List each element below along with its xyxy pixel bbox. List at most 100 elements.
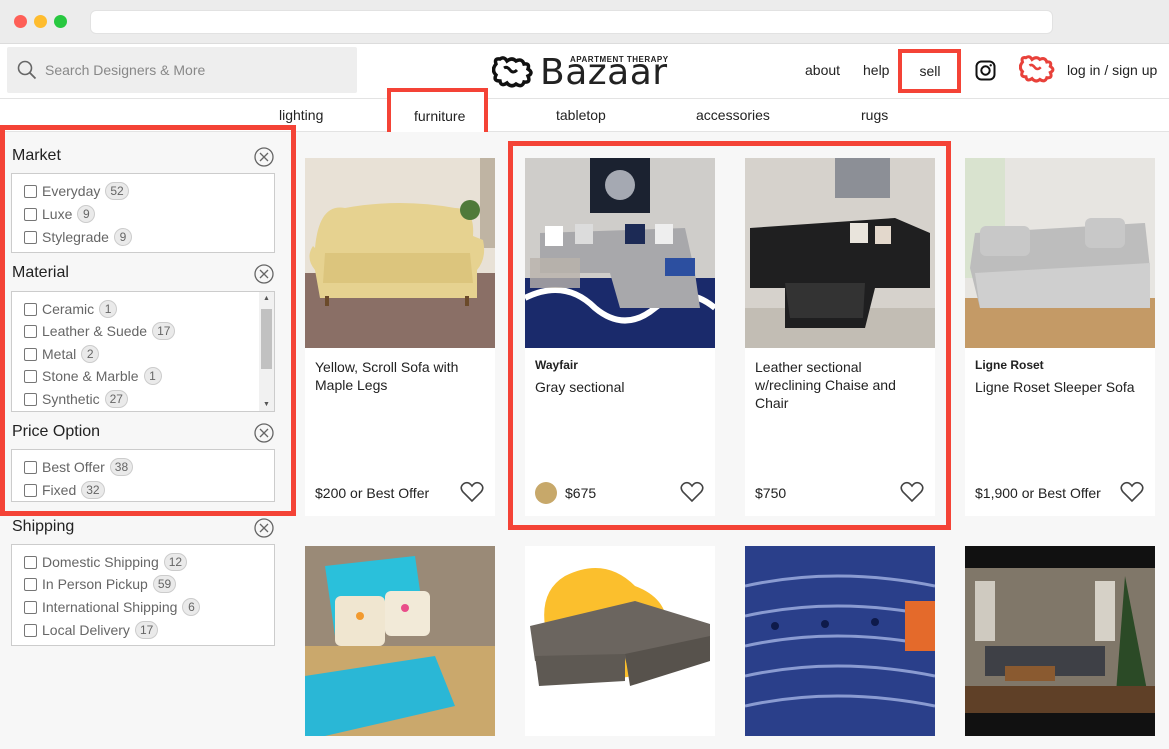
product-image[interactable] bbox=[745, 158, 935, 348]
filter-title-price-option: Price Option bbox=[12, 423, 101, 440]
clear-filter-icon[interactable] bbox=[254, 264, 274, 284]
product-price: $750 bbox=[755, 485, 787, 501]
product-price: $1,900 or Best Offer bbox=[975, 485, 1101, 501]
clear-filter-icon[interactable] bbox=[254, 147, 274, 167]
clear-filter-icon[interactable] bbox=[254, 518, 274, 538]
filter-option-label: In Person Pickup bbox=[42, 576, 148, 592]
product-image[interactable] bbox=[965, 158, 1155, 348]
site-header: APARTMENT THERAPY Bazaar about help sell… bbox=[0, 44, 1169, 99]
about-link[interactable]: about bbox=[805, 62, 840, 78]
filter-option[interactable]: Local Delivery 17 bbox=[24, 621, 159, 639]
filter-option[interactable]: International Shipping 6 bbox=[24, 598, 201, 616]
filter-option[interactable]: Fixed 32 bbox=[24, 481, 105, 499]
checkbox[interactable] bbox=[24, 600, 37, 614]
checkbox[interactable] bbox=[24, 347, 37, 361]
checkbox[interactable] bbox=[24, 207, 37, 221]
product-price: $200 or Best Offer bbox=[315, 485, 430, 501]
favorite-heart-icon[interactable] bbox=[900, 481, 924, 503]
checkbox[interactable] bbox=[24, 555, 37, 569]
filter-option[interactable]: Stone & Marble 1 bbox=[24, 367, 162, 385]
filter-count-badge: 38 bbox=[109, 458, 134, 476]
product-image[interactable] bbox=[305, 158, 495, 348]
filter-option[interactable]: Stylegrade 9 bbox=[24, 228, 132, 246]
product-card[interactable]: Ligne Roset Ligne Roset Sleeper Sofa $1,… bbox=[965, 158, 1155, 516]
product-image[interactable] bbox=[745, 546, 935, 736]
filter-option-label: Synthetic bbox=[42, 391, 100, 407]
maximize-window-button[interactable] bbox=[54, 15, 67, 28]
filter-count-badge: 12 bbox=[163, 553, 188, 571]
favorite-heart-icon[interactable] bbox=[680, 481, 704, 503]
minimize-window-button[interactable] bbox=[34, 15, 47, 28]
product-title[interactable]: Gray sectional bbox=[535, 378, 707, 396]
filter-option[interactable]: Everyday 52 bbox=[24, 182, 129, 200]
site-logo[interactable]: APARTMENT THERAPY Bazaar bbox=[492, 48, 677, 94]
filter-option-label: Leather & Suede bbox=[42, 323, 148, 339]
product-image[interactable] bbox=[525, 546, 715, 736]
category-rugs[interactable]: rugs bbox=[861, 107, 888, 123]
browser-chrome bbox=[0, 0, 1169, 44]
login-signup-link[interactable]: log in / sign up bbox=[1067, 62, 1157, 78]
account-logo-icon[interactable] bbox=[1019, 55, 1059, 83]
product-title[interactable]: Yellow, Scroll Sofa with Maple Legs bbox=[315, 358, 487, 394]
filter-option-label: International Shipping bbox=[42, 599, 178, 615]
checkbox[interactable] bbox=[24, 230, 37, 244]
product-title[interactable]: Ligne Roset Sleeper Sofa bbox=[975, 378, 1147, 396]
product-image[interactable] bbox=[525, 158, 715, 348]
product-card[interactable]: Leather sectional w/reclining Chaise and… bbox=[745, 158, 935, 516]
search-bar[interactable] bbox=[7, 47, 357, 93]
filter-count-badge: 9 bbox=[77, 205, 96, 223]
filter-option[interactable]: Ceramic 1 bbox=[24, 300, 118, 318]
search-input[interactable] bbox=[45, 47, 345, 93]
category-furniture[interactable]: furniture bbox=[414, 108, 465, 124]
checkbox[interactable] bbox=[24, 392, 37, 406]
filter-option-label: Luxe bbox=[42, 206, 73, 222]
filter-count-badge: 17 bbox=[152, 322, 176, 340]
category-lighting[interactable]: lighting bbox=[279, 107, 323, 123]
category-accessories[interactable]: accessories bbox=[696, 107, 770, 123]
filter-count-badge: 27 bbox=[104, 390, 128, 408]
scroll-up-arrow-icon[interactable]: ▲ bbox=[263, 295, 270, 302]
scrollbar-thumb[interactable] bbox=[261, 309, 272, 369]
filter-option-label: Ceramic bbox=[42, 301, 95, 317]
filter-list-market: Everyday 52 Luxe 9 Stylegrade 9 bbox=[11, 173, 275, 253]
filter-option[interactable]: Metal 2 bbox=[24, 345, 100, 363]
filter-count-badge: 9 bbox=[113, 228, 132, 246]
filter-option[interactable]: In Person Pickup 59 bbox=[24, 575, 177, 593]
instagram-icon[interactable] bbox=[975, 60, 996, 81]
favorite-heart-icon[interactable] bbox=[1120, 481, 1144, 503]
filter-option[interactable]: Leather & Suede 17 bbox=[24, 322, 176, 340]
checkbox[interactable] bbox=[24, 369, 37, 383]
address-bar[interactable] bbox=[90, 10, 1053, 34]
checkbox[interactable] bbox=[24, 483, 37, 497]
category-tabletop[interactable]: tabletop bbox=[556, 107, 606, 123]
sell-button[interactable]: sell bbox=[914, 60, 946, 82]
filter-option-label: Metal bbox=[42, 346, 77, 362]
product-image[interactable] bbox=[965, 546, 1155, 736]
filter-option[interactable]: Best Offer 38 bbox=[24, 458, 134, 476]
filter-option[interactable]: Domestic Shipping 12 bbox=[24, 553, 188, 571]
scroll-down-arrow-icon[interactable]: ▼ bbox=[263, 401, 270, 408]
filter-scrollbar[interactable]: ▲ ▼ bbox=[259, 292, 274, 411]
filter-count-badge: 59 bbox=[152, 575, 177, 593]
product-title[interactable]: Leather sectional w/reclining Chaise and… bbox=[755, 358, 927, 412]
filter-option[interactable]: Synthetic 27 bbox=[24, 390, 128, 408]
product-card[interactable]: Wayfair Gray sectional $675 bbox=[525, 158, 715, 516]
favorite-heart-icon[interactable] bbox=[460, 481, 484, 503]
checkbox[interactable] bbox=[24, 623, 37, 637]
help-link[interactable]: help bbox=[863, 62, 889, 78]
clear-filter-icon[interactable] bbox=[254, 423, 274, 443]
product-card[interactable]: Yellow, Scroll Sofa with Maple Legs $200… bbox=[305, 158, 495, 516]
bazaar-logo-icon bbox=[492, 56, 533, 88]
checkbox[interactable] bbox=[24, 460, 37, 474]
checkbox[interactable] bbox=[24, 184, 37, 198]
filter-option-label: Local Delivery bbox=[42, 622, 130, 638]
checkbox[interactable] bbox=[24, 577, 37, 591]
checkbox[interactable] bbox=[24, 302, 37, 316]
close-window-button[interactable] bbox=[14, 15, 27, 28]
filter-option-label: Stylegrade bbox=[42, 229, 109, 245]
filter-option-label: Everyday bbox=[42, 183, 101, 199]
filter-count-badge: 17 bbox=[134, 621, 159, 639]
filter-option[interactable]: Luxe 9 bbox=[24, 205, 96, 223]
product-image[interactable] bbox=[305, 546, 495, 736]
checkbox[interactable] bbox=[24, 324, 37, 338]
